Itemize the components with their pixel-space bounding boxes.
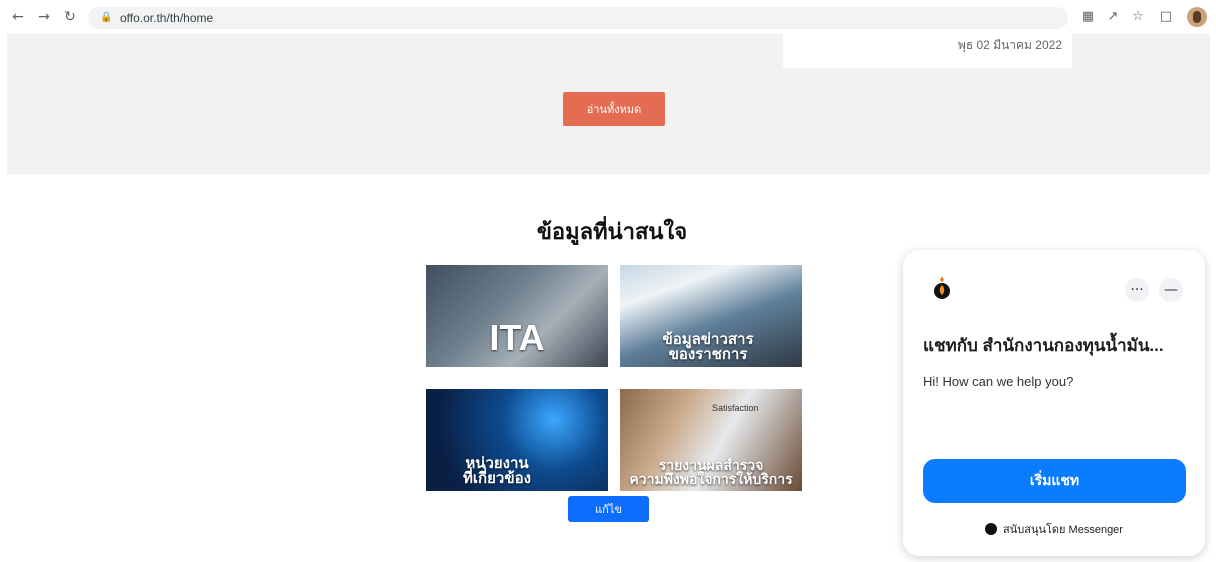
more-options-icon[interactable]: ··· <box>1125 278 1149 302</box>
lock-icon[interactable]: 🔒 <box>100 12 112 24</box>
tile-caption: รายงานผลสำรวจ ความพึงพอใจการให้บริการ <box>629 456 793 488</box>
tile-official-info[interactable]: ข้อมูลข่าวสาร ของราชการ <box>620 265 802 367</box>
browser-toolbar: ← → ↻ 🔒 offo.or.th/th/home ▦ ↗ ☆ □ <box>0 0 1216 34</box>
tile-ita[interactable]: ITA <box>426 265 608 367</box>
chat-title: แชทกับ สำนักงานกองทุนน้ำมัน... <box>923 336 1164 355</box>
messenger-chat-widget: ··· — แชทกับ สำนักงานกองทุนน้ำมัน... Hi!… <box>903 250 1205 556</box>
address-bar[interactable]: 🔒 offo.or.th/th/home <box>88 7 1068 29</box>
share-icon[interactable]: ↗ <box>1105 9 1121 25</box>
satisfaction-image-text: Satisfaction <box>712 403 759 413</box>
sidepanel-icon[interactable]: □ <box>1158 9 1174 25</box>
tile-caption: หน่วยงาน ที่เกี่ยวข้อง <box>463 454 531 488</box>
news-date: พุธ 02 มีนาคม 2022 <box>957 38 1062 52</box>
read-all-button[interactable]: อ่านทั้งหมด <box>563 92 665 126</box>
section-heading: ข้อมูลที่น่าสนใจ <box>536 219 688 244</box>
tile-satisfaction-survey[interactable]: Satisfaction รายงานผลสำรวจ ความพึงพอใจกา… <box>620 389 802 491</box>
forward-icon[interactable]: → <box>36 9 52 25</box>
star-icon[interactable]: ☆ <box>1130 9 1146 25</box>
tile-caption: ITA <box>489 317 545 359</box>
profile-avatar[interactable] <box>1187 7 1207 27</box>
url-text[interactable]: offo.or.th/th/home <box>120 11 213 25</box>
messenger-icon <box>985 523 998 535</box>
oil-fund-logo-icon <box>934 276 950 299</box>
minimize-icon[interactable]: — <box>1159 278 1183 302</box>
translate-icon[interactable]: ▦ <box>1080 9 1096 25</box>
news-card[interactable]: พุธ 02 มีนาคม 2022 <box>783 34 1072 68</box>
back-icon[interactable]: ← <box>10 9 26 25</box>
powered-by: สนับสนุนโดย Messenger <box>903 520 1205 538</box>
tile-related-agencies[interactable]: หน่วยงาน ที่เกี่ยวข้อง <box>426 389 608 491</box>
edit-button[interactable]: แก้ไข <box>568 496 649 522</box>
start-chat-button[interactable]: เริ่มแชท <box>923 459 1186 503</box>
reload-icon[interactable]: ↻ <box>62 9 78 25</box>
chat-greeting: Hi! How can we help you? <box>923 374 1074 389</box>
tile-caption: ข้อมูลข่าวสาร ของราชการ <box>662 330 754 364</box>
